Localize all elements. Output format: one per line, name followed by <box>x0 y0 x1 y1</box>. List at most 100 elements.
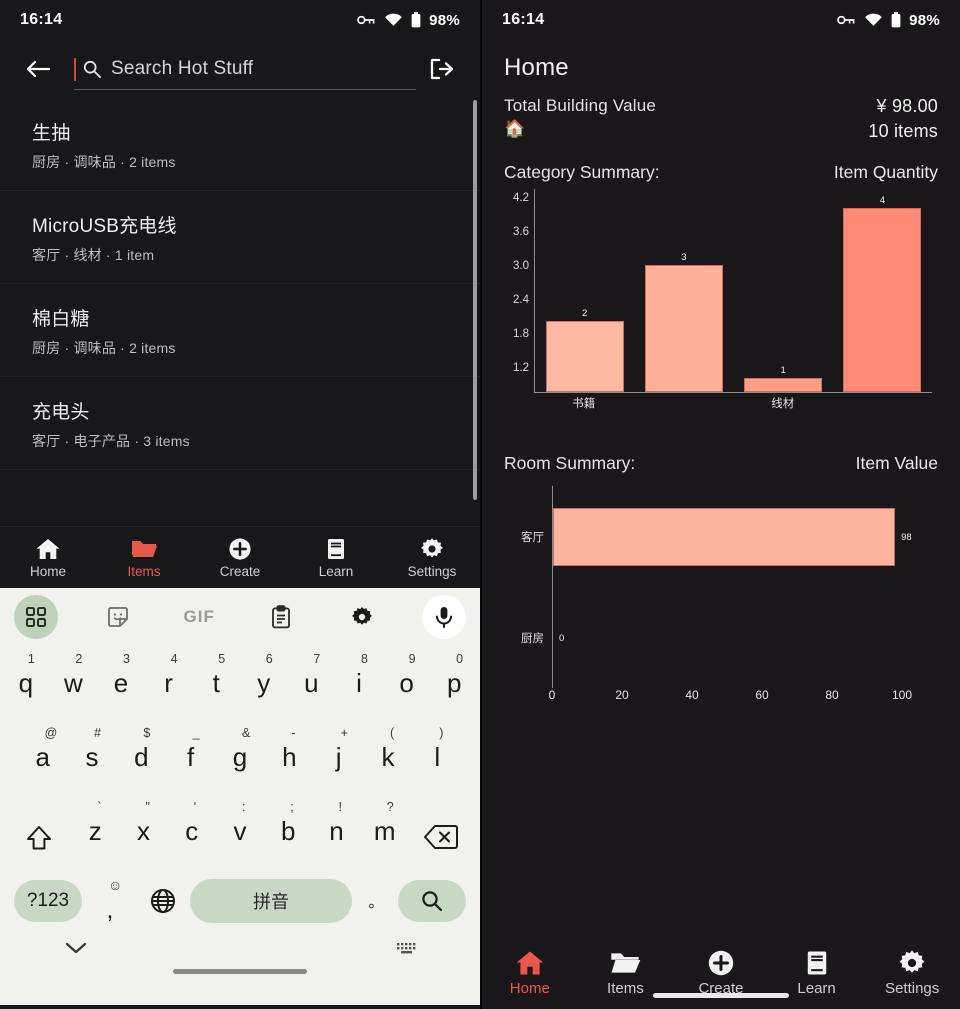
nav-label: Settings <box>885 980 940 997</box>
search-bar: Search Hot Stuff <box>0 40 480 98</box>
keyboard-icon[interactable] <box>396 942 418 961</box>
key-period[interactable]: 。 <box>354 875 398 927</box>
key-symbols[interactable]: ?123 <box>14 880 82 922</box>
key-q[interactable]: 1q <box>2 650 50 718</box>
key-n[interactable]: ! n <box>312 798 360 866</box>
nav-item-items[interactable]: Items <box>96 537 192 579</box>
keyboard-row-3: ` z " x ' c :v ; b ! n ? m <box>0 794 480 868</box>
key-d[interactable]: $ d <box>117 724 166 792</box>
room-chart-plot: 98 0 <box>552 486 930 688</box>
logout-icon[interactable] <box>422 49 462 89</box>
key-s[interactable]: # s <box>67 724 116 792</box>
item-list[interactable]: 生抽 厨房 · 调味品 · 2 items MicroUSB充电线 客厅 · 线… <box>0 98 480 526</box>
battery-percent: 98% <box>429 11 460 29</box>
bar[interactable]: 98 <box>553 507 930 566</box>
y-tick-label: 厨房 <box>521 632 544 645</box>
room-chart[interactable]: 客厅 厨房 98 0 0 20 40 60 80 100 <box>496 480 946 718</box>
x-tick-label: 0 <box>548 688 556 702</box>
chevron-down-icon[interactable] <box>64 940 88 961</box>
gif-icon[interactable]: GIF <box>177 595 221 639</box>
list-item[interactable]: 生抽 厨房 · 调味品 · 2 items <box>0 98 480 191</box>
page-title: Home <box>504 54 569 81</box>
keyboard-bottom-bar <box>0 932 480 984</box>
key-m[interactable]: ? m <box>361 798 409 866</box>
virtual-keyboard: GIF 1q 2w 3e 4r 5t 6y 7u 8 i 9 o 0 p @ a… <box>0 588 480 1005</box>
globe-icon[interactable] <box>138 875 188 927</box>
nav-item-learn[interactable]: Learn <box>288 537 384 579</box>
key-w[interactable]: 2w <box>50 650 98 718</box>
nav-item-create[interactable]: Create <box>673 949 769 997</box>
key-e[interactable]: 3e <box>97 650 145 718</box>
nav-item-create[interactable]: Create <box>192 537 288 579</box>
back-arrow-icon[interactable] <box>18 49 58 89</box>
key-z[interactable]: ` z <box>71 798 119 866</box>
key-i[interactable]: 8i <box>335 650 383 718</box>
item-subtitle: 客厅 · 电子产品 · 3 items <box>32 433 190 449</box>
key-k[interactable]: (k <box>363 724 412 792</box>
wifi-icon <box>384 13 403 27</box>
key-o[interactable]: 9o <box>383 650 431 718</box>
x-tick-label: 40 <box>685 688 699 702</box>
category-chart-yaxis: 1.2 1.8 2.4 3.0 3.6 4.2 <box>496 189 532 393</box>
list-item[interactable]: 充电头 客厅 · 电子产品 · 3 items <box>0 377 480 470</box>
key-search[interactable] <box>398 880 466 922</box>
nav-item-home[interactable]: Home <box>482 949 578 997</box>
key-l[interactable]: ) l <box>413 724 462 792</box>
apps-grid-icon[interactable] <box>14 595 58 639</box>
nav-item-items[interactable]: Items <box>578 949 674 997</box>
bar[interactable]: 2 <box>545 308 624 392</box>
keyboard-row-4: ?123 ☺ , 拼音 。 <box>0 868 480 932</box>
battery-icon <box>891 12 901 28</box>
bar[interactable]: 1 <box>744 365 823 392</box>
home-icon <box>36 538 60 559</box>
keyboard-row-1: 1q 2w 3e 4r 5t 6y 7u 8i 9o 0p <box>0 646 480 720</box>
bar-value-label: 0 <box>559 632 565 644</box>
key-comma[interactable]: ☺ , <box>82 875 138 927</box>
y-tick-label: 3.0 <box>513 259 529 272</box>
bar-value-label: 2 <box>581 308 588 320</box>
key-t[interactable]: 5t <box>192 650 240 718</box>
nav-item-settings[interactable]: Settings <box>864 949 960 997</box>
key-b[interactable]: ; b <box>264 798 312 866</box>
key-v[interactable]: :v <box>216 798 264 866</box>
text-caret <box>74 57 76 81</box>
x-tick-label: 100 <box>891 688 913 702</box>
nav-label: Create <box>219 563 261 579</box>
key-f[interactable]: _ f <box>166 724 215 792</box>
key-a[interactable]: @ a <box>18 724 67 792</box>
folder-icon <box>132 540 157 557</box>
bar[interactable]: 4 <box>843 195 922 392</box>
nav-item-home[interactable]: Home <box>0 537 96 579</box>
sticker-icon[interactable] <box>96 595 140 639</box>
list-item[interactable]: 棉白糖 厨房 · 调味品 · 2 items <box>0 284 480 377</box>
key-space[interactable]: 拼音 <box>190 879 352 923</box>
key-r[interactable]: 4r <box>145 650 193 718</box>
y-tick-label: 1.8 <box>513 327 529 340</box>
key-c[interactable]: ' c <box>168 798 216 866</box>
microphone-icon[interactable] <box>421 595 466 639</box>
nav-item-learn[interactable]: Learn <box>769 949 865 997</box>
backspace-icon[interactable] <box>409 798 474 866</box>
key-u[interactable]: 7u <box>288 650 336 718</box>
key-g[interactable]: & g <box>215 724 264 792</box>
key-y[interactable]: 6y <box>240 650 288 718</box>
book-icon <box>328 538 344 559</box>
right-phone-screen: 16:14 98% Home Total Building Value 🏠 ¥ … <box>482 0 960 1009</box>
shift-icon[interactable] <box>6 798 71 866</box>
key-x[interactable]: " x <box>119 798 167 866</box>
key-p[interactable]: 0p <box>430 650 478 718</box>
list-scrollbar[interactable] <box>473 100 477 500</box>
nav-item-settings[interactable]: Settings <box>384 537 480 579</box>
gear-icon[interactable] <box>340 595 384 639</box>
bar[interactable]: 3 <box>644 252 723 392</box>
key-h[interactable]: -h <box>265 724 314 792</box>
bar[interactable]: 0 <box>553 609 930 667</box>
category-chart[interactable]: 1.2 1.8 2.4 3.0 3.6 4.2 2 3 1 4 书籍 线材 <box>496 189 946 425</box>
x-tick-label: 书籍 <box>572 398 596 410</box>
list-item[interactable]: MicroUSB充电线 客厅 · 线材 · 1 item <box>0 191 480 284</box>
nav-label: Home <box>509 980 550 997</box>
search-input[interactable]: Search Hot Stuff <box>74 46 416 92</box>
clipboard-icon[interactable] <box>259 595 303 639</box>
key-j[interactable]: + j <box>314 724 363 792</box>
home-indicator <box>653 993 789 998</box>
